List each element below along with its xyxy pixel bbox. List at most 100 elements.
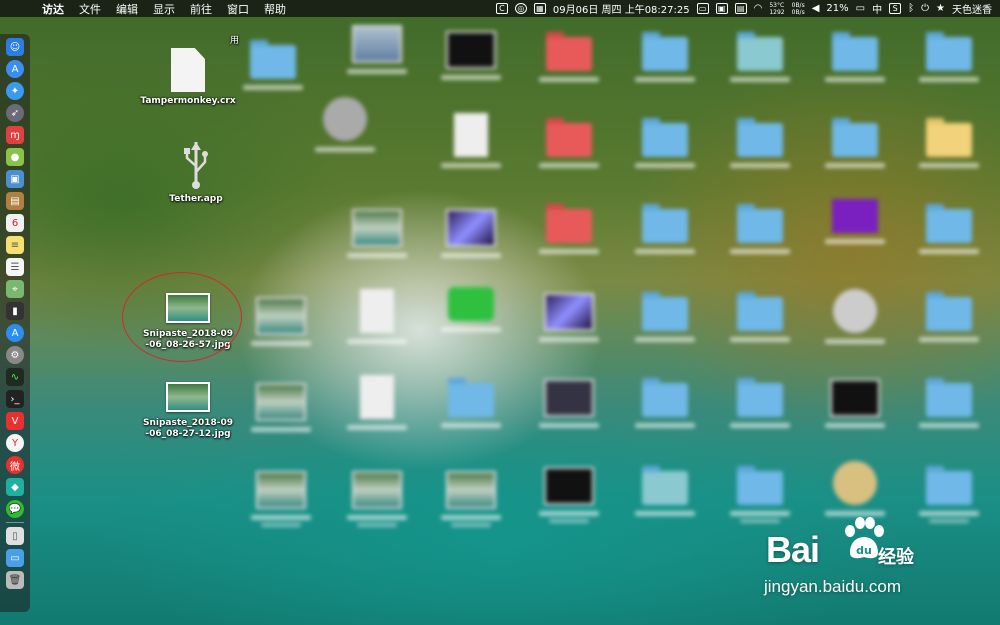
- menu-app-finder[interactable]: 访达: [42, 1, 64, 17]
- network-readout[interactable]: 0B/s 0B/s: [792, 2, 805, 16]
- trash-icon[interactable]: 🗑: [6, 571, 24, 589]
- folder-icon[interactable]: [630, 118, 700, 168]
- menu-go[interactable]: 前往: [190, 1, 212, 17]
- launchpad-icon[interactable]: ➶: [6, 104, 24, 122]
- desktop-icon-snipaste-2[interactable]: Snipaste_2018-09 -06_08-27-12.jpg: [138, 382, 238, 440]
- image-file-icon[interactable]: [436, 209, 506, 258]
- user-name[interactable]: 天色迷香: [952, 1, 992, 16]
- c-status-icon[interactable]: C: [495, 3, 508, 14]
- folder-icon[interactable]: [914, 118, 984, 168]
- notes-book-icon[interactable]: ▤: [6, 192, 24, 210]
- screen-icon[interactable]: ▣: [715, 3, 728, 14]
- folder-icon[interactable]: [436, 378, 506, 428]
- folder-icon[interactable]: [630, 466, 700, 516]
- wechat-icon[interactable]: 💬: [6, 500, 24, 518]
- input-method[interactable]: 中: [872, 1, 882, 16]
- image-file-icon[interactable]: [436, 471, 506, 527]
- app-icon[interactable]: [820, 199, 890, 244]
- app-icon[interactable]: [310, 97, 380, 152]
- folder-icon[interactable]: [820, 118, 890, 168]
- yandex-icon[interactable]: Y: [6, 434, 24, 452]
- calendar-icon[interactable]: ▦: [533, 3, 546, 14]
- app-teal-icon[interactable]: ◆: [6, 478, 24, 496]
- wifi-icon[interactable]: ◠: [754, 3, 763, 14]
- folder-icon[interactable]: [725, 32, 795, 82]
- folder-icon[interactable]: [238, 40, 308, 90]
- document-icon[interactable]: [436, 113, 506, 168]
- activity-monitor-icon[interactable]: ∿: [6, 368, 24, 386]
- app-red-icon[interactable]: ɱ: [6, 126, 24, 144]
- menu-window[interactable]: 窗口: [227, 1, 249, 17]
- reminders-icon[interactable]: ☰: [6, 258, 24, 276]
- folder-icon[interactable]: [914, 32, 984, 82]
- menu-help[interactable]: 帮助: [264, 1, 286, 17]
- folder-icon[interactable]: [630, 32, 700, 82]
- image-file-icon[interactable]: [436, 31, 506, 80]
- menu-view[interactable]: 显示: [153, 1, 175, 17]
- preview-icon[interactable]: ▣: [6, 170, 24, 188]
- desktop-icon-tampermonkey[interactable]: Tampermonkey.crx 用: [138, 36, 239, 107]
- folder-icon[interactable]: [630, 292, 700, 342]
- calendar-app-icon[interactable]: 6: [6, 214, 24, 232]
- folder-icon[interactable]: [914, 378, 984, 428]
- folder-icon[interactable]: [534, 204, 604, 254]
- android-icon[interactable]: ●: [6, 148, 24, 166]
- s-app-icon[interactable]: S: [889, 3, 902, 14]
- folder-icon[interactable]: [725, 292, 795, 342]
- image-file-icon[interactable]: [246, 383, 316, 432]
- image-file-icon[interactable]: [246, 297, 316, 346]
- menu-file[interactable]: 文件: [79, 1, 101, 17]
- app-icon[interactable]: [342, 25, 412, 74]
- star-icon[interactable]: ★: [936, 3, 945, 14]
- display-icon[interactable]: ▭: [696, 3, 709, 14]
- notes-icon[interactable]: ≡: [6, 236, 24, 254]
- battery-percent[interactable]: 21%: [826, 3, 848, 14]
- desktop-icon-label: Tether.app: [169, 194, 223, 204]
- finder-icon[interactable]: ☺: [6, 38, 24, 56]
- video-file-icon[interactable]: [534, 467, 604, 523]
- document-icon[interactable]: [342, 289, 412, 344]
- menu-edit[interactable]: 编辑: [116, 1, 138, 17]
- app-store-2-icon[interactable]: A: [6, 324, 24, 342]
- safari-icon[interactable]: ✦: [6, 82, 24, 100]
- globe-icon[interactable]: ◎: [514, 3, 527, 14]
- folder-icon[interactable]: [820, 32, 890, 82]
- system-preferences-icon[interactable]: ⚙: [6, 346, 24, 364]
- maps-icon[interactable]: ⌖: [6, 280, 24, 298]
- bag-icon[interactable]: ▤: [734, 3, 747, 14]
- image-file-icon[interactable]: [246, 471, 316, 527]
- image-file-icon[interactable]: [820, 379, 890, 428]
- weibo-icon[interactable]: 微: [6, 456, 24, 474]
- document-icon[interactable]: [342, 375, 412, 430]
- downloads-folder-icon[interactable]: ▭: [6, 549, 24, 567]
- app-icon[interactable]: [820, 289, 890, 344]
- folder-icon[interactable]: [725, 204, 795, 254]
- folder-icon[interactable]: [630, 204, 700, 254]
- folder-icon[interactable]: [630, 378, 700, 428]
- image-file-icon[interactable]: [534, 293, 604, 342]
- folder-icon[interactable]: [725, 378, 795, 428]
- battery-icon[interactable]: ▭: [856, 3, 865, 14]
- folder-icon[interactable]: [534, 32, 604, 82]
- console-icon[interactable]: ›_: [6, 390, 24, 408]
- temp-fan-readout[interactable]: 53°C 1292: [769, 2, 784, 16]
- date-time[interactable]: 09月06日 周四 上午08:27:25: [553, 1, 690, 16]
- folder-icon[interactable]: [725, 118, 795, 168]
- document-stack-icon[interactable]: ▯: [6, 527, 24, 545]
- folder-icon[interactable]: [914, 292, 984, 342]
- app-store-icon[interactable]: A: [6, 60, 24, 78]
- bluetooth-icon[interactable]: ᛒ: [908, 3, 914, 14]
- image-file-icon[interactable]: [342, 209, 412, 258]
- image-file-icon[interactable]: [342, 471, 412, 527]
- volume-icon[interactable]: ◀: [812, 3, 820, 14]
- folder-icon[interactable]: [534, 118, 604, 168]
- power-icon[interactable]: ⏻: [921, 3, 929, 14]
- image-file-icon[interactable]: [534, 379, 604, 428]
- app-icon[interactable]: [436, 287, 506, 332]
- watermark-jingyan: 经验: [878, 547, 914, 568]
- terminal-icon[interactable]: ▮: [6, 302, 24, 320]
- folder-icon[interactable]: [914, 204, 984, 254]
- app-icon[interactable]: [820, 461, 890, 516]
- desktop-icon-tether[interactable]: Tether.app: [146, 140, 246, 205]
- vivaldi-icon[interactable]: V: [6, 412, 24, 430]
